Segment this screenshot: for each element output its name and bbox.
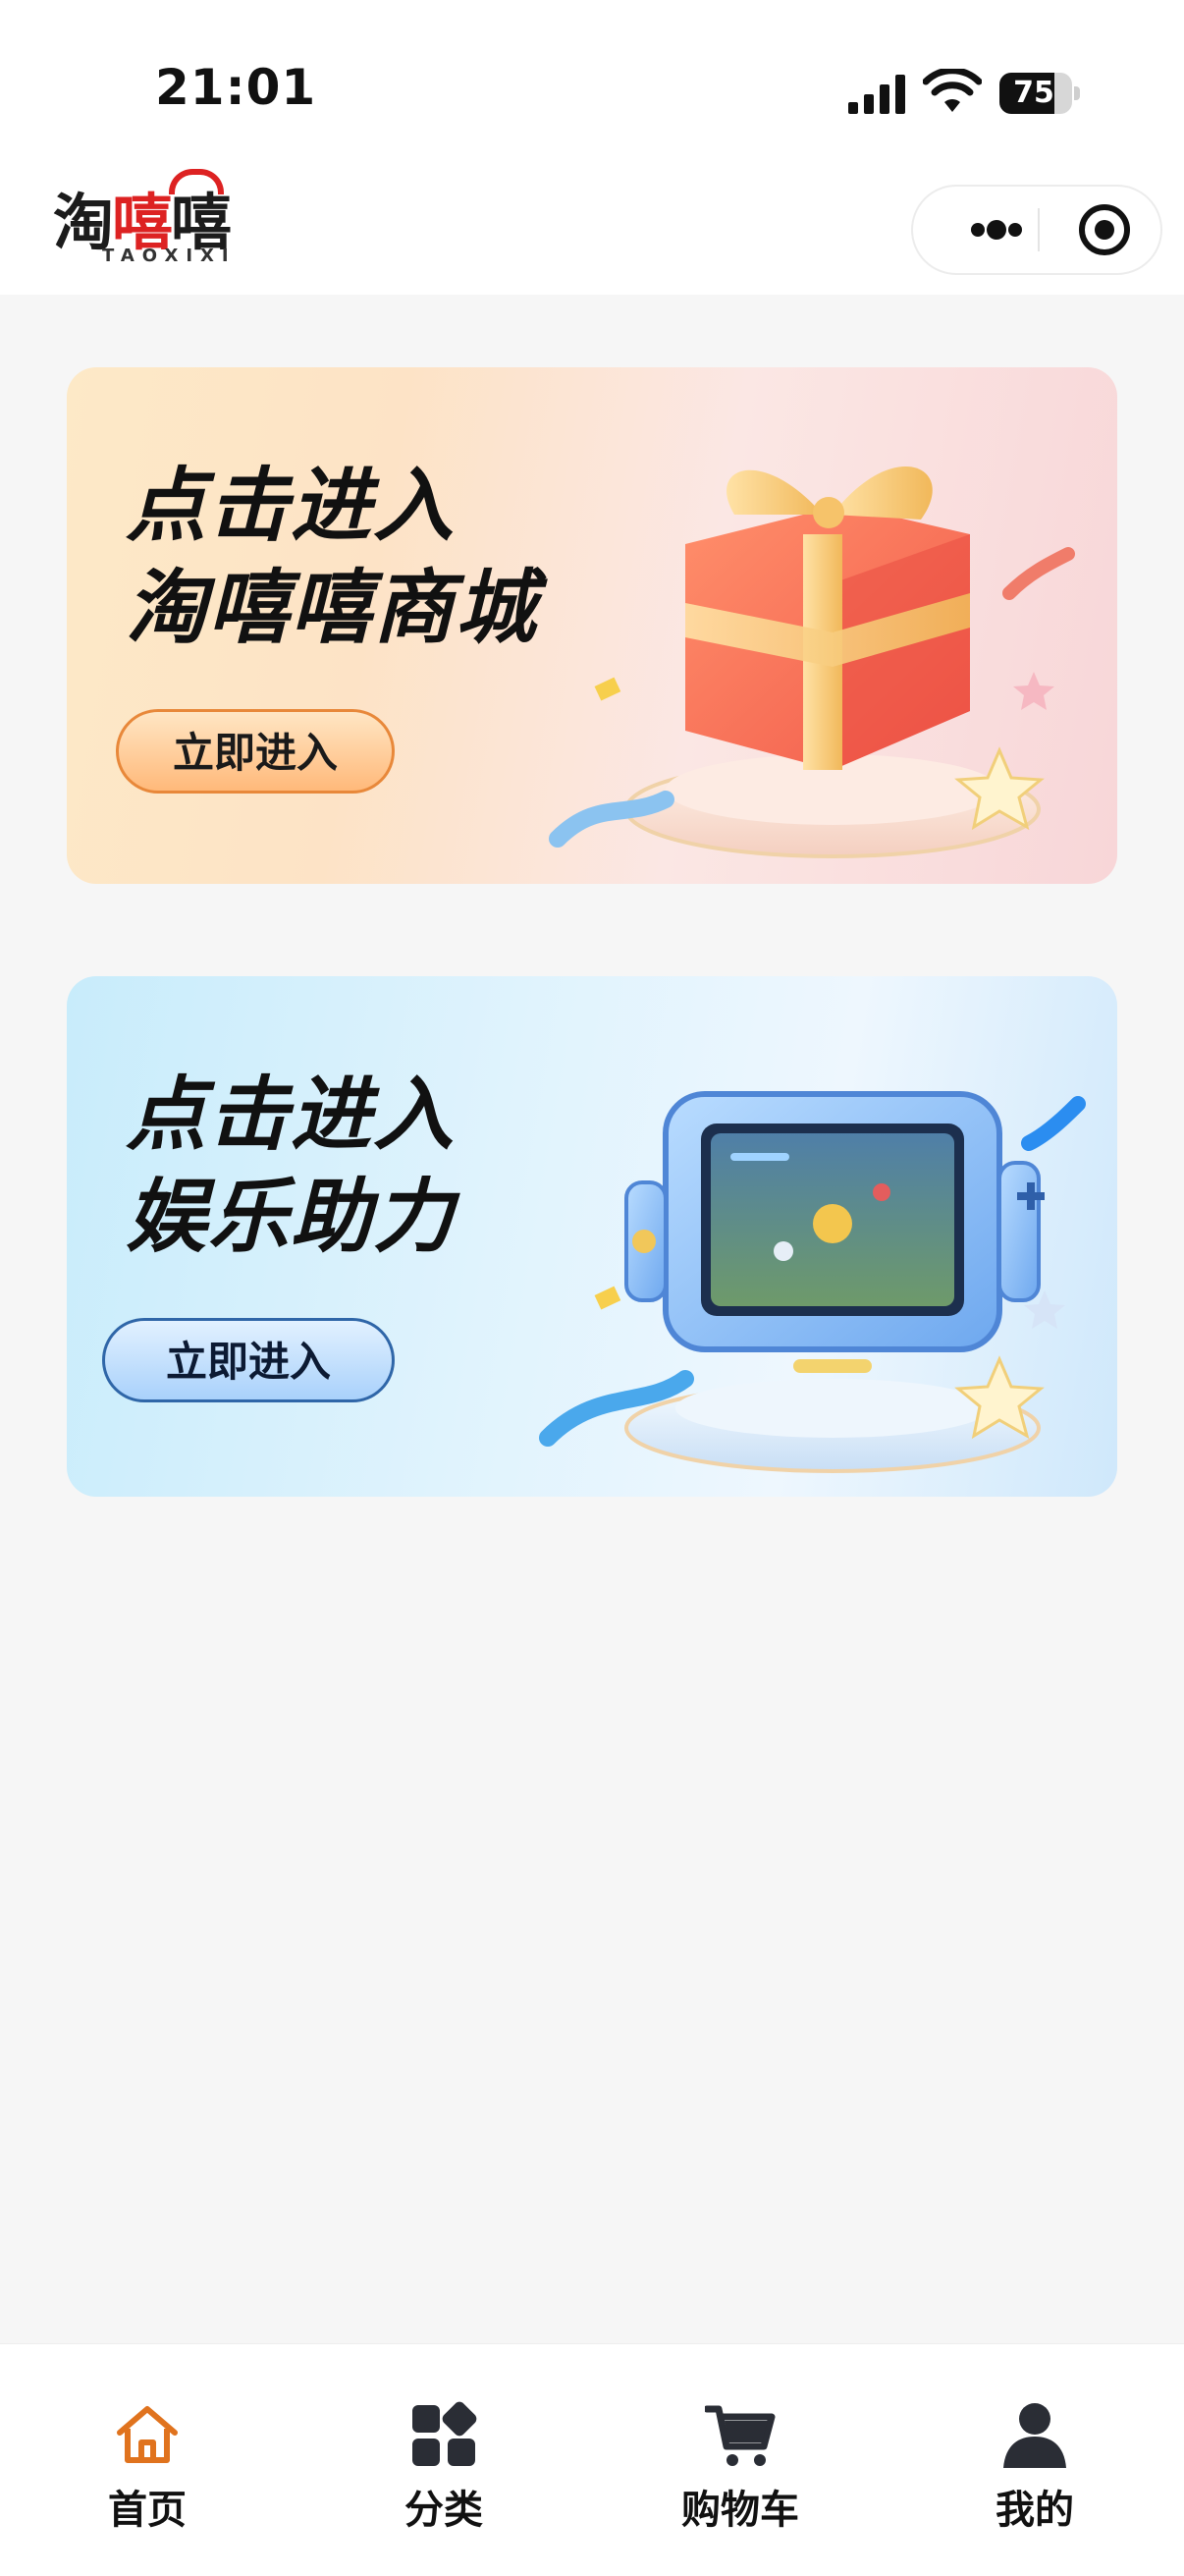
enter-entertainment-button[interactable]: 立即进入 (102, 1318, 395, 1402)
status-bar: 21:01 75 (0, 0, 1184, 147)
tab-category-label: 分类 (404, 2488, 483, 2533)
bottom-tab-bar: 首页 分类 购物车 我的 (0, 2343, 1184, 2576)
gift-box-illustration (549, 466, 1075, 858)
close-target-icon[interactable] (1050, 187, 1158, 273)
mall-banner[interactable]: 点击进入 淘嘻嘻商城 立即进入 (67, 367, 1117, 884)
battery-percent: 75 (1013, 76, 1054, 110)
battery-indicator: 75 (999, 73, 1080, 114)
taoxixi-logo: 淘嘻嘻 TAOXIXI (53, 161, 289, 269)
logo-subtext: TAOXIXI (102, 246, 237, 266)
wifi-icon (923, 69, 982, 112)
app-header: 淘嘻嘻 TAOXIXI (0, 147, 1184, 295)
status-time: 21:01 (155, 59, 317, 116)
tab-cart[interactable]: 购物车 (642, 2344, 838, 2541)
more-icon[interactable] (942, 187, 1050, 273)
signal-icon (848, 75, 905, 114)
capsule-divider (1038, 208, 1040, 251)
mall-banner-title: 点击进入 淘嘻嘻商城 (126, 460, 538, 655)
tab-profile[interactable]: 我的 (937, 2344, 1133, 2541)
entertainment-banner-title: 点击进入 娱乐助力 (126, 1069, 456, 1264)
tab-home-label: 首页 (108, 2488, 187, 2533)
tab-cart-label: 购物车 (681, 2488, 799, 2533)
home-icon (117, 2406, 178, 2463)
tab-home[interactable]: 首页 (49, 2344, 245, 2541)
miniprogram-capsule (911, 185, 1162, 275)
tab-profile-label: 我的 (996, 2488, 1074, 2533)
enter-mall-button[interactable]: 立即进入 (116, 709, 395, 794)
cart-icon (705, 2405, 776, 2466)
tab-category[interactable]: 分类 (346, 2344, 542, 2541)
category-icon (412, 2401, 477, 2466)
entertainment-banner[interactable]: 点击进入 娱乐助力 立即进入 (67, 976, 1117, 1497)
game-console-illustration (539, 1091, 1086, 1473)
user-icon (1003, 2403, 1066, 2468)
